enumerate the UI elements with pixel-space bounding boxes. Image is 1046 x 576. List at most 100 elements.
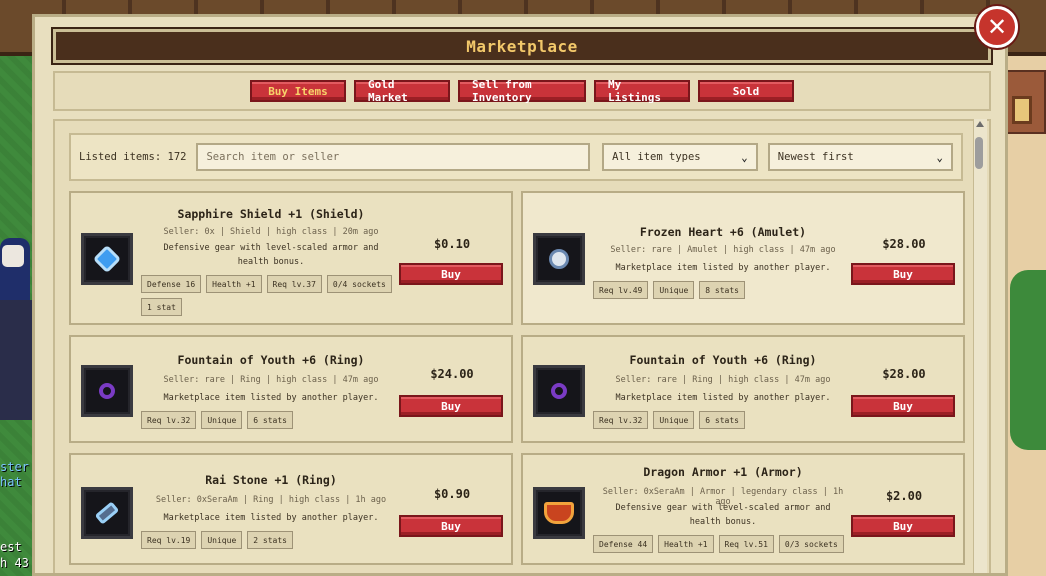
buy-button[interactable]: Buy	[851, 395, 955, 417]
listed-items-count: Listed items: 172	[79, 151, 187, 163]
tab-bar: Buy Items Gold Market Sell from Inventor…	[53, 71, 991, 111]
tab-buy-items[interactable]: Buy Items	[250, 80, 346, 102]
item-tags: Req lv.49 Unique 8 stats	[593, 281, 849, 299]
item-name: Fountain of Youth +6 (Ring)	[177, 353, 365, 367]
item-price: $28.00	[882, 367, 926, 381]
item-tags: Defense 44 Health +1 Req lv.51 0/3 socke…	[593, 535, 849, 553]
marketplace-window: Marketplace Buy Items Gold Market Sell f…	[32, 14, 1008, 576]
listing-card: Rai Stone +1 (Ring) Seller: 0xSeraAm | R…	[69, 453, 513, 565]
search-input[interactable]	[196, 143, 591, 171]
listings-panel[interactable]: Listed items: 172 All item types ⌄ Newes…	[53, 119, 991, 573]
sort-select[interactable]: Newest first ⌄	[767, 143, 953, 171]
item-tag: 0/3 sockets	[778, 535, 844, 553]
item-name: Frozen Heart +6 (Amulet)	[639, 225, 807, 239]
npc-head	[2, 245, 24, 267]
buy-button[interactable]: Buy	[851, 515, 955, 537]
buy-button[interactable]: Buy	[851, 263, 955, 285]
item-seller: Seller: 0x | Shield | high class | 20m a…	[163, 227, 379, 237]
item-tag: 6 stats	[247, 411, 293, 429]
tab-sell-from-inventory[interactable]: Sell from Inventory	[458, 78, 586, 104]
item-description: Defensive gear with level-scaled armor a…	[615, 503, 831, 527]
close-button[interactable]: ✕	[976, 6, 1018, 48]
dragon-armor-icon	[533, 487, 585, 539]
sort-value: Newest first	[777, 151, 854, 163]
tab-my-listings[interactable]: My Listings	[594, 78, 690, 104]
item-description: Marketplace item listed by another playe…	[615, 263, 831, 273]
item-tags: Req lv.32 Unique 6 stats	[141, 411, 397, 429]
game-world-tree	[1010, 270, 1046, 450]
item-tag: 6 stats	[699, 411, 745, 429]
item-tag: Unique	[201, 531, 243, 549]
item-tag: Unique	[201, 411, 243, 429]
item-tag: Req lv.49	[593, 281, 649, 299]
chevron-down-icon: ⌄	[741, 150, 748, 164]
game-world-window	[1012, 96, 1032, 124]
item-name: Fountain of Youth +6 (Ring)	[629, 353, 817, 367]
item-tag: Unique	[653, 411, 695, 429]
item-tag: 1 stat	[141, 298, 182, 316]
rai-stone-icon	[81, 487, 133, 539]
filter-bar: Listed items: 172 All item types ⌄ Newes…	[69, 133, 963, 181]
item-tag: Req lv.32	[593, 411, 649, 429]
listing-card: Dragon Armor +1 (Armor) Seller: 0xSeraAm…	[521, 453, 965, 565]
item-description: Marketplace item listed by another playe…	[615, 393, 831, 403]
item-seller: Seller: rare | Amulet | high class | 47m…	[610, 245, 836, 255]
window-title: Marketplace	[466, 36, 578, 56]
chat-text: ster	[0, 460, 29, 474]
item-tag: Defense 44	[593, 535, 654, 553]
buy-button[interactable]: Buy	[399, 395, 503, 417]
listing-card: Frozen Heart +6 (Amulet) Seller: rare | …	[521, 191, 965, 325]
item-seller: Seller: rare | Ring | high class | 47m a…	[615, 375, 831, 385]
item-tag: Req lv.32	[141, 411, 197, 429]
tab-sold[interactable]: Sold	[698, 80, 794, 102]
item-price: $0.90	[433, 487, 471, 501]
item-price: $0.10	[433, 237, 471, 251]
item-tag: Health +1	[206, 275, 262, 293]
item-name: Dragon Armor +1 (Armor)	[643, 465, 803, 479]
item-tag: 0/4 sockets	[326, 275, 392, 293]
item-price: $2.00	[885, 489, 923, 503]
item-tag: Req lv.37	[266, 275, 322, 293]
item-description: Marketplace item listed by another playe…	[163, 393, 379, 403]
listing-card: Sapphire Shield +1 (Shield) Seller: 0x |…	[69, 191, 513, 325]
item-name: Rai Stone +1 (Ring)	[205, 473, 337, 487]
item-tag: 8 stats	[699, 281, 745, 299]
ring-icon	[81, 365, 133, 417]
close-icon: ✕	[986, 13, 1008, 41]
buy-button[interactable]: Buy	[399, 263, 503, 285]
scroll-up-icon[interactable]	[976, 121, 984, 127]
buy-button[interactable]: Buy	[399, 515, 503, 537]
item-seller: Seller: rare | Ring | high class | 47m a…	[163, 375, 379, 385]
item-name: Sapphire Shield +1 (Shield)	[177, 207, 365, 221]
item-description: Marketplace item listed by another playe…	[163, 513, 379, 523]
item-tag: Unique	[653, 281, 695, 299]
item-tags: Req lv.32 Unique 6 stats	[593, 411, 849, 429]
item-type-select[interactable]: All item types ⌄	[602, 143, 758, 171]
item-tag: Req lv.51	[718, 535, 774, 553]
item-description: Defensive gear with level-scaled armor a…	[163, 243, 379, 267]
chevron-down-icon: ⌄	[936, 150, 943, 164]
item-tag: Defense 16	[141, 275, 202, 293]
player-label: est	[0, 540, 22, 554]
title-bar: Marketplace	[51, 27, 993, 65]
item-price: $24.00	[430, 367, 474, 381]
game-world-building	[0, 300, 34, 420]
scrollbar[interactable]	[973, 119, 987, 573]
item-tag: 2 stats	[247, 531, 293, 549]
scrollbar-thumb[interactable]	[975, 137, 983, 169]
listing-card: Fountain of Youth +6 (Ring) Seller: rare…	[69, 335, 513, 443]
item-type-value: All item types	[612, 151, 701, 163]
item-price: $28.00	[882, 237, 926, 251]
chat-text: hat	[0, 475, 22, 489]
item-seller: Seller: 0xSeraAm | Ring | high class | 1…	[155, 495, 387, 505]
item-tags: Req lv.19 Unique 2 stats	[141, 531, 397, 549]
sapphire-shield-icon	[81, 233, 133, 285]
player-label: h 43	[0, 556, 29, 570]
item-tags: Defense 16 Health +1 Req lv.37 0/4 socke…	[141, 275, 397, 316]
frozen-heart-amulet-icon	[533, 233, 585, 285]
item-tag: Req lv.19	[141, 531, 197, 549]
listing-card: Fountain of Youth +6 (Ring) Seller: rare…	[521, 335, 965, 443]
tab-gold-market[interactable]: Gold Market	[354, 78, 450, 104]
item-tag: Health +1	[658, 535, 714, 553]
ring-icon	[533, 365, 585, 417]
